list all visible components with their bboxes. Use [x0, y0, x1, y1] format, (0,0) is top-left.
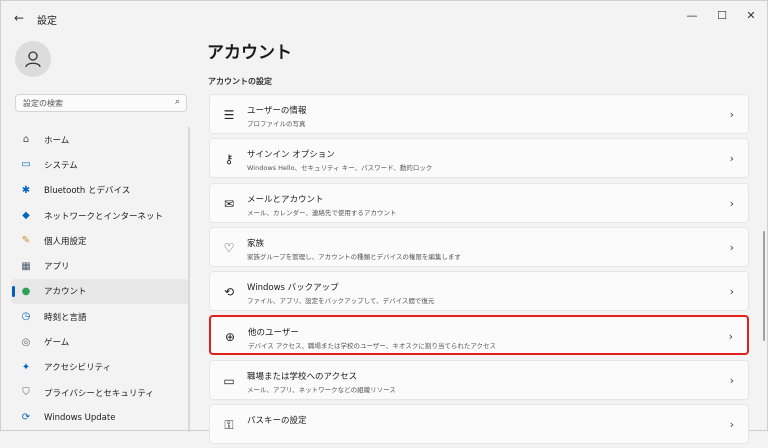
chevron-right-icon: ›: [729, 418, 734, 432]
sidebar-item-6[interactable]: ▦ アプリ: [11, 253, 189, 278]
family-heart-icon: ♡: [223, 240, 235, 255]
minimize-button[interactable]: —: [679, 7, 705, 25]
settings-card-6[interactable]: ⊕ 他のユーザーデバイス アクセス、職場または学校のユーザー、キオスクに割り当てら…: [209, 315, 749, 356]
sidebar-item-8[interactable]: ◷ 時刻と言語: [11, 304, 189, 329]
chevron-right-icon: ›: [728, 330, 733, 344]
card-subtitle: メール、カレンダー、連絡先で使用するアカウント: [247, 208, 397, 217]
app-title: 設定: [37, 16, 57, 27]
sidebar-item-label: ネットワークとインターネット: [44, 211, 164, 222]
search-box[interactable]: 設定の検索 ⌕: [15, 94, 187, 112]
sidebar-item-label: Windows Update: [44, 412, 116, 423]
accounts-icon: ●: [21, 285, 31, 297]
chevron-right-icon: ›: [729, 152, 734, 166]
back-arrow-icon[interactable]: ←: [11, 10, 27, 26]
briefcase-icon: ▭: [223, 373, 235, 388]
card-title: 他のユーザー: [248, 328, 299, 339]
card-title: Windows バックアップ: [247, 283, 339, 294]
settings-card-2[interactable]: ⚷ サインイン オプション Windows Hello、セキュリティ キー、パスワー…: [209, 138, 749, 179]
network-icon: ◆: [22, 210, 30, 222]
accessibility-icon: ✦: [21, 361, 31, 373]
sidebar-item-5[interactable]: ✎ 個人用設定: [11, 228, 189, 253]
settings-card-list: ☰ ユーザーの情報 プロファイルの写真 › ⚷ サインイン オプション Windows He…: [209, 94, 749, 448]
search-input[interactable]: 設定の検索: [23, 98, 63, 109]
sidebar-item-7[interactable]: ● アカウント: [11, 278, 189, 305]
card-title: 職場または学校へのアクセス: [247, 371, 358, 382]
sidebar-item-label: ゲーム: [44, 338, 70, 349]
avatar[interactable]: [15, 41, 51, 77]
chevron-right-icon: ›: [729, 108, 734, 121]
personalization-icon: ✎: [21, 235, 31, 247]
sidebar-item-12[interactable]: ⟳ Windows Update: [11, 405, 189, 430]
sidebar-divider: [188, 127, 190, 432]
other-users-icon: ⊕: [224, 330, 236, 345]
sidebar-item-1[interactable]: ⌂ ホーム: [11, 127, 189, 152]
scrollbar[interactable]: [763, 231, 765, 341]
system-icon: ▭: [21, 159, 31, 171]
section-title: アカウントの設定: [208, 77, 272, 86]
home-icon: ⌂: [22, 134, 30, 146]
card-title: メールとアカウント: [247, 194, 324, 205]
card-subtitle: Windows Hello、セキュリティ キー、パスワード、動的ロック: [247, 164, 433, 173]
privacy-shield-icon: ⛉: [22, 387, 30, 399]
sidebar-item-label: 個人用設定: [44, 236, 87, 247]
user-info-icon: ☰: [223, 108, 235, 122]
apps-icon: ▦: [21, 260, 31, 272]
chevron-right-icon: ›: [729, 240, 734, 254]
settings-card-7[interactable]: ▭ 職場または学校へのアクセスメール、アプリ、ネットワークなどの組織リソース ›: [209, 359, 749, 400]
maximize-button[interactable]: ☐: [709, 7, 735, 25]
sidebar-item-10[interactable]: ✦ アクセシビリティ: [11, 355, 189, 380]
sidebar-item-label: プライバシーとセキュリティ: [44, 388, 154, 399]
card-title: サインイン オプション: [247, 150, 335, 161]
time-language-icon: ◷: [21, 311, 31, 323]
windows-update-icon: ⟳: [21, 412, 31, 424]
settings-card-3[interactable]: ✉ メールとアカウントメール、カレンダー、連絡先で使用するアカウント ›: [209, 182, 749, 223]
card-subtitle: デバイス アクセス、職場または学校のユーザー、キオスクに割り当てられたアクセス: [248, 342, 497, 351]
chevron-right-icon: ›: [729, 196, 734, 210]
settings-card-8[interactable]: ⚿ パスキーの設定 ›: [209, 404, 749, 445]
sidebar-item-4[interactable]: ◆ ネットワークとインターネット: [11, 203, 189, 228]
card-title: 家族: [247, 238, 265, 249]
card-subtitle: ファイル、アプリ、設定をバックアップして、デバイス間で復元: [247, 297, 435, 306]
gaming-icon: ◎: [21, 336, 31, 348]
chevron-right-icon: ›: [729, 373, 734, 387]
chevron-right-icon: ›: [729, 285, 734, 299]
page-title: アカウント: [207, 43, 292, 63]
card-subtitle: プロファイルの写真: [247, 120, 306, 128]
bluetooth-icon: ✱: [21, 184, 31, 196]
card-title: パスキーの設定: [247, 416, 307, 427]
sidebar-item-2[interactable]: ▭ システム: [11, 152, 189, 177]
card-title: ユーザーの情報: [247, 106, 307, 116]
sidebar-item-label: アクセシビリティ: [44, 363, 112, 374]
sidebar-item-9[interactable]: ◎ ゲーム: [11, 329, 189, 354]
sidebar-item-11[interactable]: ⛉ プライバシーとセキュリティ: [11, 380, 189, 405]
key-icon: ⚷: [224, 152, 234, 167]
sidebar-item-label: アカウント: [44, 287, 87, 298]
user-avatar-icon: [25, 51, 41, 68]
settings-card-1[interactable]: ☰ ユーザーの情報 プロファイルの写真 ›: [209, 94, 749, 134]
close-button[interactable]: ✕: [738, 7, 764, 25]
passkey-icon: ⚿: [224, 417, 234, 432]
title-bar: ← 設定 — ☐ ✕: [1, 1, 767, 35]
settings-window: ← 設定 — ☐ ✕ 設定の検索 ⌕ ⌂ ホーム ▭ システム ✱ Bluetooth と…: [0, 0, 768, 445]
card-subtitle: 家族グループを管理し、アカウントの種類とデバイスの権限を編集します: [247, 252, 461, 261]
sidebar-item-label: 時刻と言語: [44, 312, 87, 323]
card-subtitle: メール、アプリ、ネットワークなどの組織リソース: [247, 385, 396, 394]
sidebar-item-label: Bluetooth とデバイス: [44, 186, 131, 197]
mail-icon: ✉: [223, 196, 235, 211]
sidebar-item-label: ホーム: [44, 135, 70, 146]
sidebar-item-3[interactable]: ✱ Bluetooth とデバイス: [11, 178, 189, 203]
settings-card-5[interactable]: ⟲ Windows バックアップファイル、アプリ、設定をバックアップして、デバイス…: [209, 271, 749, 312]
sidebar-item-label: アプリ: [44, 262, 70, 273]
sidebar-nav: ⌂ ホーム ▭ システム ✱ Bluetooth とデバイス ◆ ネットワークとインターネット…: [11, 127, 189, 431]
search-icon: ⌕: [174, 97, 180, 107]
sidebar-item-label: システム: [44, 160, 78, 171]
backup-icon: ⟲: [223, 285, 235, 300]
settings-card-4[interactable]: ♡ 家族家族グループを管理し、アカウントの種類とデバイスの権限を編集します ›: [209, 226, 749, 267]
